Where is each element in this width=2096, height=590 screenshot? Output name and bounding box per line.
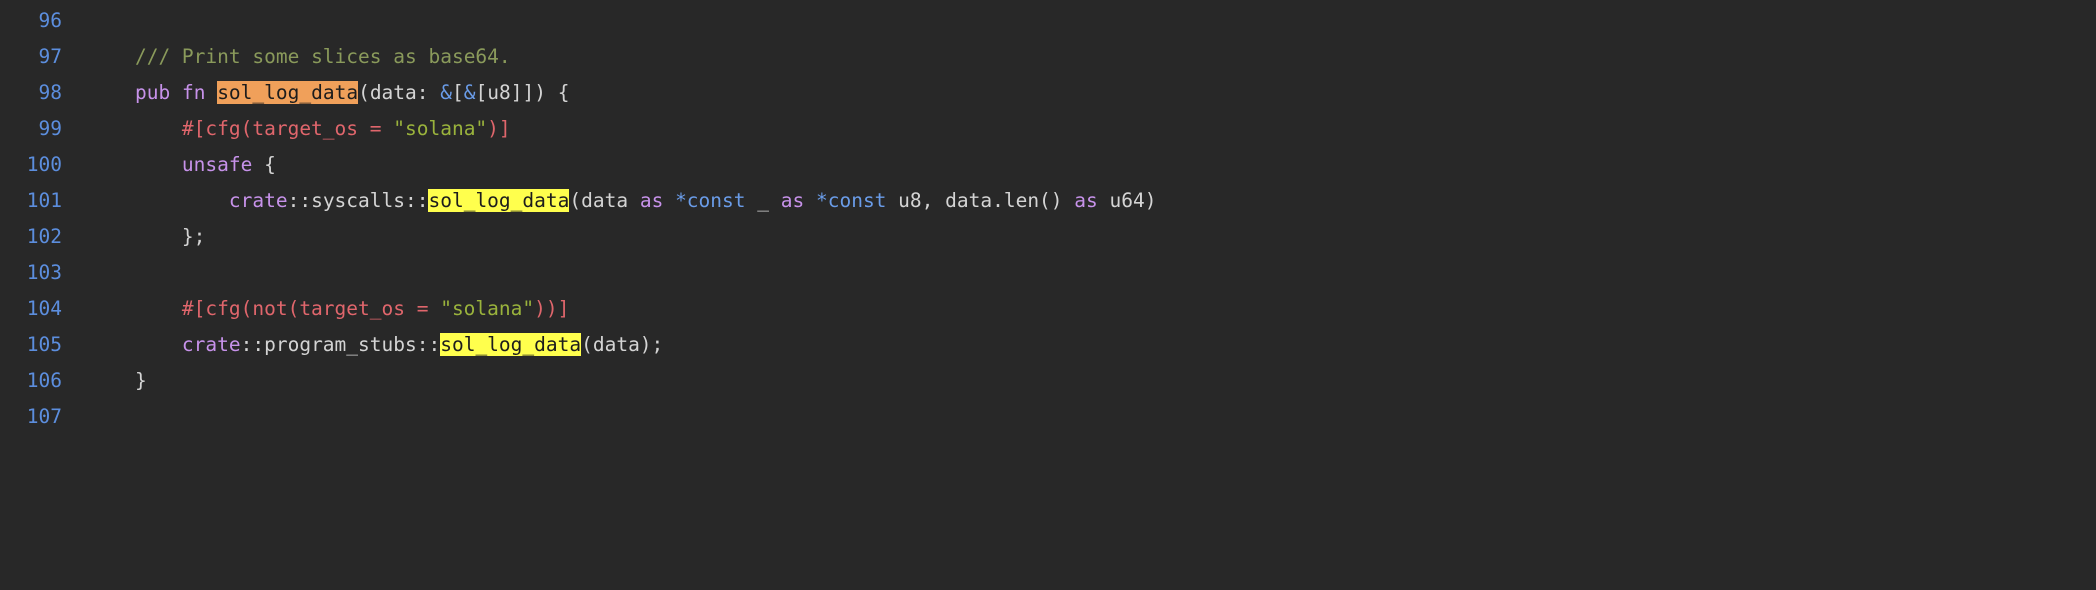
code-lines-container: 96 97 /// Print some slices as base64. 98 … xyxy=(0,3,2096,435)
line-number: 96 xyxy=(38,9,62,32)
line-number: 107 xyxy=(26,405,62,428)
line-number: 106 xyxy=(26,369,62,392)
code-token: as xyxy=(639,189,664,212)
code-token: (data: xyxy=(358,81,441,104)
line-number: 103 xyxy=(26,261,62,284)
highlighted-symbol-occurrence[interactable]: sol_log_data xyxy=(428,189,570,212)
code-token: (data xyxy=(569,189,640,212)
code-token: ))] xyxy=(534,297,570,320)
highlighted-symbol-occurrence[interactable]: sol_log_data xyxy=(440,333,582,356)
line-number: 101 xyxy=(26,189,62,212)
line-number: 102 xyxy=(26,225,62,248)
code-line[interactable]: 97 /// Print some slices as base64. xyxy=(0,39,2096,75)
code-line[interactable]: 99 #[cfg(target_os = "solana")] xyxy=(0,111,2096,147)
line-number: 100 xyxy=(26,153,62,176)
line-number: 104 xyxy=(26,297,62,320)
code-line-content[interactable]: /// Print some slices as base64. xyxy=(62,39,2096,75)
line-number: 98 xyxy=(38,81,62,104)
code-token: }; xyxy=(181,225,206,248)
code-token: *const xyxy=(815,189,887,212)
code-line-content[interactable]: } xyxy=(62,363,2096,399)
code-token: unsafe xyxy=(181,153,253,176)
code-token: *const xyxy=(675,189,746,212)
code-token: _ xyxy=(745,189,781,212)
code-token: (data); xyxy=(581,333,664,356)
code-line[interactable]: 107 xyxy=(0,399,2096,435)
code-token: #[cfg(not(target_os = xyxy=(181,297,441,320)
code-token: crate xyxy=(181,333,241,356)
code-token: pub xyxy=(134,81,171,104)
code-line[interactable]: 104 #[cfg(not(target_os = "solana"))] xyxy=(0,291,2096,327)
highlighted-symbol-definition[interactable]: sol_log_data xyxy=(217,81,359,104)
code-token: as xyxy=(1074,189,1098,212)
code-line[interactable]: 103 xyxy=(0,255,2096,291)
code-token: & xyxy=(440,81,453,104)
code-token: u64) xyxy=(1097,189,1157,212)
code-line-content[interactable]: unsafe { xyxy=(62,147,2096,183)
code-line[interactable]: 96 xyxy=(0,3,2096,39)
code-token: [ xyxy=(452,81,464,104)
code-line-content[interactable]: crate::program_stubs::sol_log_data(data)… xyxy=(62,327,2096,363)
code-line-content[interactable]: #[cfg(target_os = "solana")] xyxy=(62,111,2096,147)
code-token: ::program_stubs:: xyxy=(240,333,441,356)
code-line[interactable]: 105 crate::program_stubs::sol_log_data(d… xyxy=(0,327,2096,363)
code-line[interactable]: 98 pub fn sol_log_data(data: &[&[u8]]) { xyxy=(0,75,2096,111)
code-token: /// Print some slices as base64. xyxy=(134,45,511,68)
code-line-content[interactable]: #[cfg(not(target_os = "solana"))] xyxy=(62,291,2096,327)
code-line[interactable]: 101 crate::syscalls::sol_log_data(data a… xyxy=(0,183,2096,219)
code-token: [u8]]) { xyxy=(475,81,570,104)
code-token: )] xyxy=(487,117,511,140)
code-line[interactable]: 100 unsafe { xyxy=(0,147,2096,183)
code-line-content[interactable]: pub fn sol_log_data(data: &[&[u8]]) { xyxy=(62,75,2096,111)
line-number: 105 xyxy=(26,333,62,356)
code-token: ::syscalls:: xyxy=(287,189,429,212)
code-line[interactable]: 106 } xyxy=(0,363,2096,399)
code-line[interactable]: 102 }; xyxy=(0,219,2096,255)
line-number: 97 xyxy=(38,45,62,68)
code-editor-pane[interactable]: 96 97 /// Print some slices as base64. 98 … xyxy=(0,0,2096,590)
code-token: { xyxy=(252,153,276,176)
code-token: & xyxy=(463,81,476,104)
code-token: crate xyxy=(228,189,288,212)
partially-visible-next-line: /// Print the remaining compute units. xyxy=(0,582,2096,590)
code-token: #[cfg(target_os = xyxy=(181,117,394,140)
code-token: fn xyxy=(181,81,206,104)
code-token: "solana" xyxy=(393,117,488,140)
code-token: } xyxy=(134,369,147,392)
code-line-content[interactable]: crate::syscalls::sol_log_data(data as *c… xyxy=(62,183,2096,219)
code-token: as xyxy=(780,189,805,212)
line-number: 99 xyxy=(38,117,62,140)
code-token: u8, data.len() xyxy=(886,189,1075,212)
code-line-content[interactable]: }; xyxy=(62,219,2096,255)
code-token: "solana" xyxy=(440,297,535,320)
